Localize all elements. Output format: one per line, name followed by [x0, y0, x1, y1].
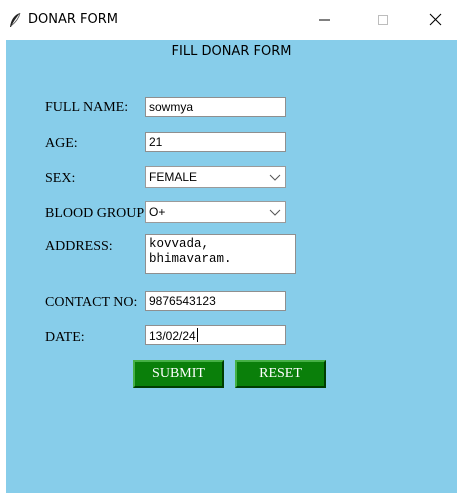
contact-no-label: CONTACT NO: [45, 295, 138, 310]
full-name-label: FULL NAME: [45, 100, 129, 115]
maximize-icon [378, 15, 388, 25]
title-bar[interactable]: DONAR FORM [0, 0, 457, 40]
date-label: DATE: [45, 330, 85, 345]
sex-select[interactable]: FEMALE [145, 166, 286, 188]
date-value: 13/02/24 [149, 329, 196, 343]
reset-button[interactable]: RESET [235, 360, 326, 388]
window-title: DONAR FORM [28, 12, 118, 27]
address-label: ADDRESS: [45, 239, 113, 254]
date-input[interactable]: 13/02/24 [145, 325, 286, 345]
minimize-icon [319, 19, 330, 21]
donar-form-window: DONAR FORM FILL DONAR FORM FULL NAME: so… [0, 0, 457, 493]
chevron-down-icon [269, 209, 281, 216]
full-name-input[interactable]: sowmya [145, 97, 286, 117]
chevron-down-icon [269, 174, 281, 181]
maximize-button[interactable] [363, 6, 403, 34]
age-input[interactable]: 21 [145, 132, 286, 152]
sex-label: SEX: [45, 171, 76, 186]
age-label: AGE: [45, 136, 78, 151]
submit-button[interactable]: SUBMIT [133, 360, 224, 388]
feather-icon [10, 12, 21, 27]
close-button[interactable] [416, 6, 456, 34]
blood-group-select[interactable]: O+ [145, 201, 286, 223]
sex-selected-value: FEMALE [149, 170, 198, 184]
text-caret [196, 328, 198, 342]
close-icon [429, 13, 442, 26]
form-area: FILL DONAR FORM FULL NAME: sowmya AGE: 2… [6, 40, 457, 493]
form-heading: FILL DONAR FORM [171, 44, 292, 59]
address-textarea[interactable]: kovvada, bhimavaram. [145, 234, 296, 274]
contact-no-input[interactable]: 9876543123 [145, 291, 286, 311]
blood-group-selected-value: O+ [149, 205, 166, 219]
blood-group-label: BLOOD GROUP [45, 206, 145, 221]
minimize-button[interactable] [304, 6, 344, 34]
